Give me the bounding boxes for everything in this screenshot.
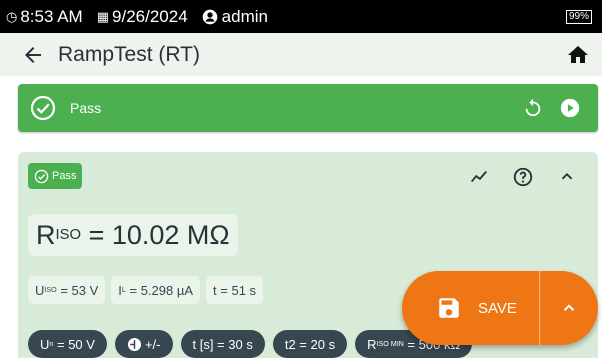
result-value: = 10.02 MΩ <box>88 219 230 250</box>
expand-button[interactable] <box>540 271 598 345</box>
reading-il: IL = 5.298 µA <box>111 276 201 304</box>
param-polarity[interactable]: +/- <box>114 330 173 358</box>
user-text: admin <box>221 6 268 26</box>
time-text: 8:53 AM <box>20 6 83 26</box>
save-fab: SAVE <box>402 271 598 345</box>
banner-label: Pass <box>70 100 102 116</box>
user-icon <box>202 9 217 24</box>
param-t[interactable]: t [s] = 30 s <box>180 330 265 358</box>
help-icon[interactable] <box>512 166 534 188</box>
card-actions <box>468 166 578 188</box>
check-circle-icon <box>30 95 56 121</box>
check-circle-icon <box>34 169 49 183</box>
chevron-up-icon[interactable] <box>556 166 578 188</box>
param-un[interactable]: Un = 50 V <box>28 330 107 358</box>
main-result: R ISO = 10.02 MΩ <box>28 214 238 256</box>
pass-chip-label: Pass <box>52 170 77 182</box>
polarity-icon <box>127 337 142 351</box>
param-t2[interactable]: t2 = 20 s <box>272 330 348 358</box>
home-icon[interactable] <box>566 43 590 67</box>
date: ▦ 9/26/2024 <box>97 7 188 27</box>
result-subscript: ISO <box>55 227 82 243</box>
reading-uiso: U ISO = 53 V <box>28 276 106 304</box>
page-title: RampTest (RT) <box>58 42 200 66</box>
status-bar: ◷ 8:53 AM ▦ 9/26/2024 admin 99% <box>0 0 602 33</box>
reset-icon[interactable] <box>522 97 544 119</box>
pass-chip: Pass <box>28 163 83 189</box>
battery-indicator: 99% <box>565 9 592 24</box>
clock: ◷ 8:53 AM <box>6 7 83 27</box>
result-banner: Pass <box>18 84 598 132</box>
save-icon <box>439 298 459 318</box>
chart-line-icon[interactable] <box>468 166 490 188</box>
clock-icon: ◷ <box>6 8 18 24</box>
reading-t: t = 51 s <box>206 276 264 304</box>
arrow-left-icon[interactable] <box>18 43 48 67</box>
save-button[interactable]: SAVE <box>402 271 539 345</box>
readings: U ISO = 53 V IL = 5.298 µA t = 51 s <box>28 276 264 304</box>
user: admin <box>202 7 268 27</box>
result-symbol: R <box>36 219 56 250</box>
app-bar: RampTest (RT) <box>0 33 602 76</box>
chevron-up-icon <box>563 304 575 311</box>
save-label: SAVE <box>478 299 517 317</box>
calendar-icon: ▦ <box>96 8 110 24</box>
play-icon[interactable] <box>560 98 580 118</box>
date-text: 9/26/2024 <box>112 6 188 26</box>
